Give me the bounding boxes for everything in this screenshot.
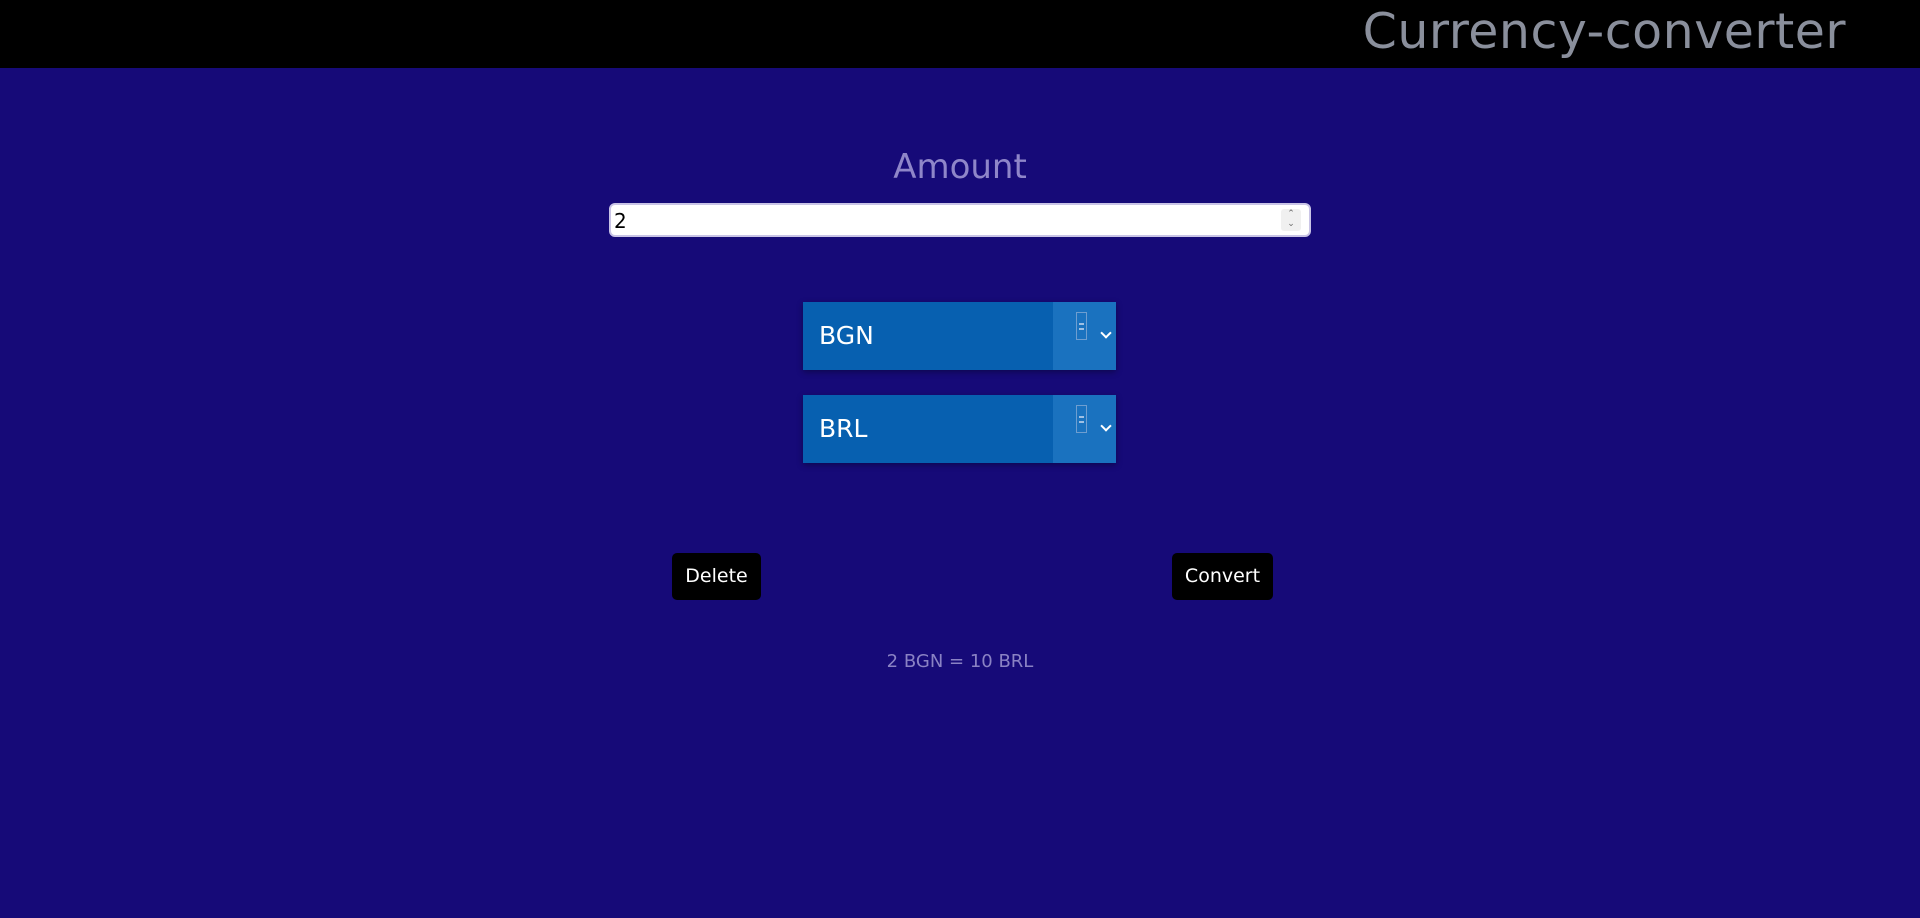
to-currency-select[interactable]: BRL [803, 395, 1116, 463]
from-currency-dropdown-button[interactable] [1053, 302, 1116, 370]
to-currency-dropdown-button[interactable] [1053, 395, 1116, 463]
convert-button[interactable]: Convert [1172, 553, 1273, 600]
spinner-down-icon[interactable]: ⌄ [1281, 219, 1301, 229]
spinner-up-icon[interactable]: ⌃ [1281, 209, 1301, 219]
chevron-down-icon [1100, 420, 1112, 432]
amount-label: Amount [893, 147, 1027, 187]
amount-input[interactable]: 2 ⌃ ⌄ [609, 203, 1311, 237]
delete-button[interactable]: Delete [672, 553, 761, 600]
from-currency-select[interactable]: BGN [803, 302, 1116, 370]
amount-input-value: 2 [614, 209, 627, 233]
chevron-down-icon [1100, 327, 1112, 339]
keyboard-icon [1076, 312, 1087, 340]
to-currency-value: BRL [819, 414, 868, 443]
app-title: Currency-converter [1362, 3, 1846, 60]
top-bar: Currency-converter [0, 0, 1920, 68]
from-currency-value: BGN [819, 321, 874, 350]
number-spinner[interactable]: ⌃ ⌄ [1281, 209, 1301, 231]
conversion-result: 2 BGN = 10 BRL [886, 651, 1034, 672]
keyboard-icon [1076, 405, 1087, 433]
